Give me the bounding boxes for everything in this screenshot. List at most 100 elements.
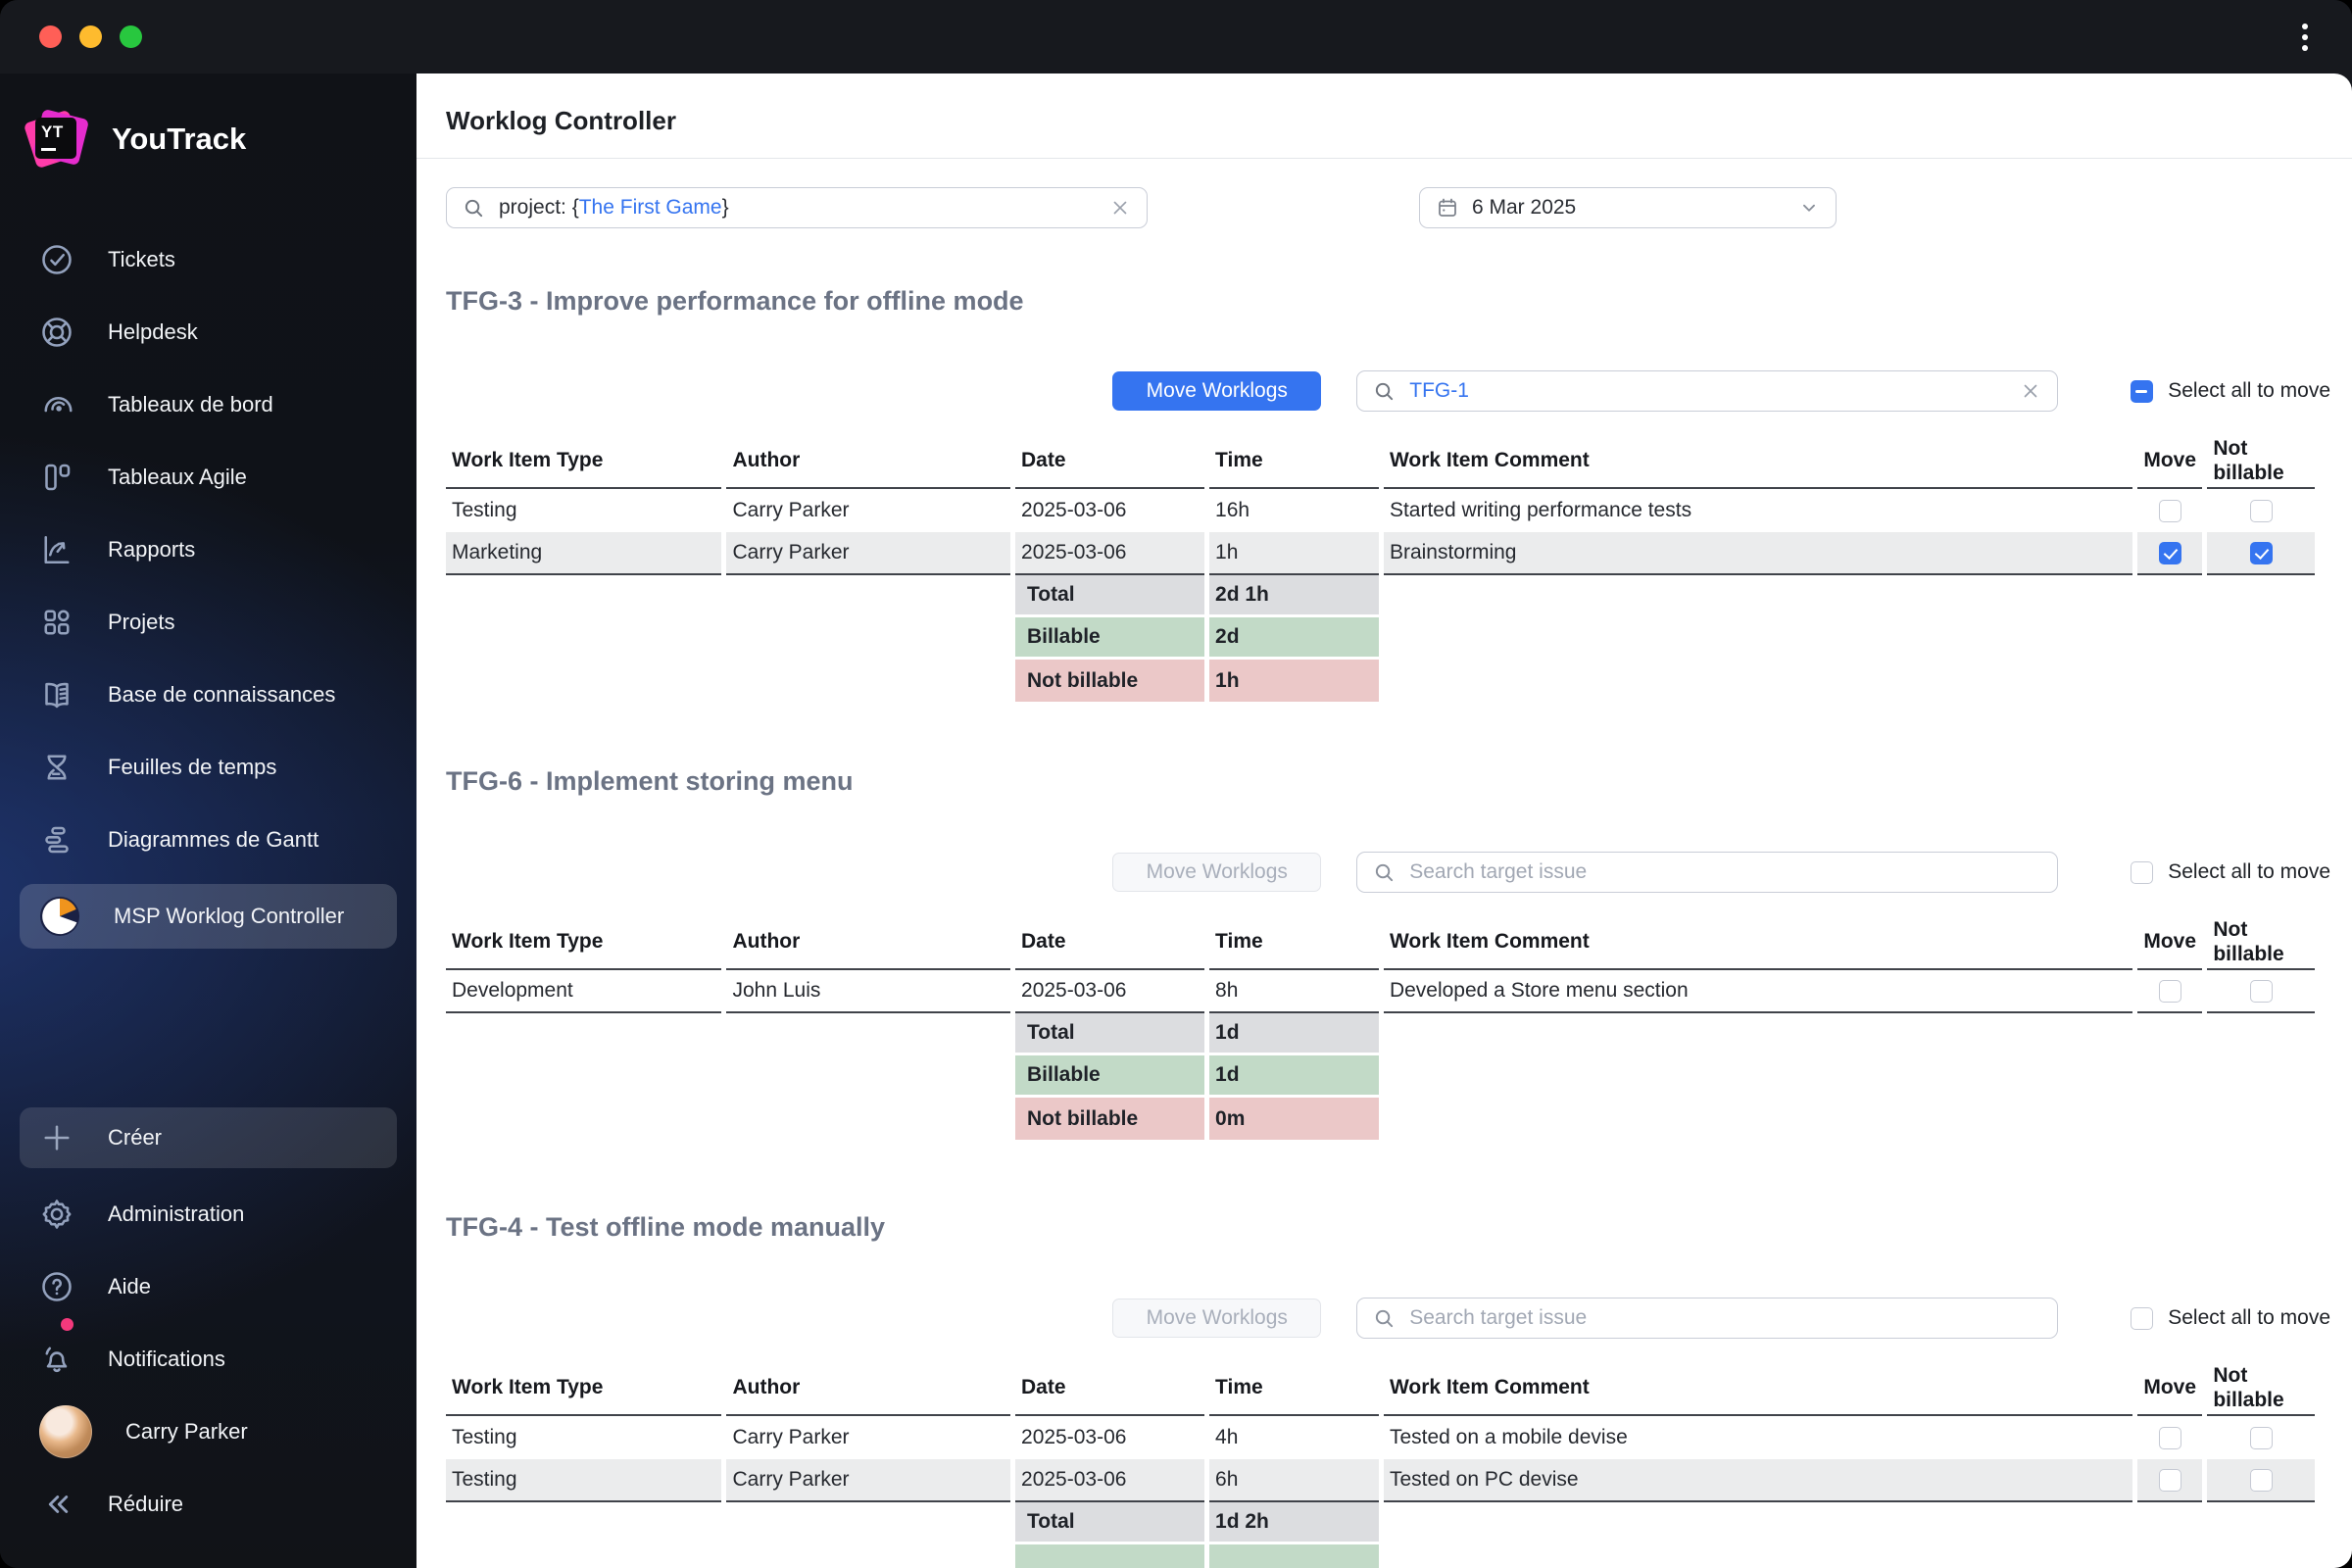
section-title: TFG-4 - Test offline mode manually (446, 1212, 886, 1242)
select-all-to-move[interactable]: Select all to move (2131, 860, 2330, 884)
chart-icon (44, 535, 70, 564)
select-all-label: Select all to move (2168, 860, 2330, 883)
summary-total-row: Total 1d (446, 1013, 2315, 1055)
col-date: Date (1015, 1361, 1205, 1416)
sidebar-item-notifications[interactable]: Notifications (0, 1318, 416, 1396)
col-author: Author (726, 434, 1011, 489)
sidebar-item-label: Réduire (108, 1492, 184, 1516)
project-search-input[interactable]: project: {The First Game} (446, 187, 1148, 228)
sidebar-item-reports[interactable]: Rapports (0, 514, 416, 586)
cell-comment: Tested on a mobile devise (1389, 1426, 1628, 1448)
sidebar-item-timesheets[interactable]: Feuilles de temps (0, 731, 416, 804)
summary-not-billable-row: Not billable 1h (446, 660, 2315, 702)
col-time: Time (1209, 434, 1379, 489)
sidebar-item-tickets[interactable]: Tickets (0, 223, 416, 296)
cell-type: Marketing (446, 532, 722, 575)
cell-type: Testing (452, 1426, 517, 1448)
move-worklogs-button[interactable]: Move Worklogs (1112, 1298, 1322, 1338)
cell-date: 2025-03-06 (1015, 970, 1205, 1013)
target-issue-search-input[interactable]: TFG-1 (1356, 370, 2059, 412)
cell-author: Carry Parker (732, 1426, 850, 1448)
select-all-to-move[interactable]: Select all to move (2131, 1306, 2330, 1330)
issue-section-tfg-4: TFG-4 - Test offline mode manually Move … (446, 1212, 2330, 1568)
target-issue-placeholder: Search target issue (1409, 860, 1588, 883)
search-icon (1376, 863, 1394, 881)
create-button[interactable]: Créer (20, 1107, 397, 1168)
col-work-item-type: Work Item Type (446, 915, 722, 970)
select-all-checkbox[interactable] (2131, 1306, 2154, 1330)
col-not-billable: Not billable (2207, 434, 2315, 489)
col-comment: Work Item Comment (1383, 434, 2132, 489)
sidebar-item-label: Administration (108, 1201, 245, 1226)
move-checkbox[interactable] (2158, 1426, 2181, 1449)
sidebar-item-label: MSP Worklog Controller (114, 904, 345, 928)
total-label: Total (1015, 1502, 1205, 1544)
plus-icon (44, 1125, 70, 1151)
target-issue-search-input[interactable]: Search target issue (1356, 1298, 2059, 1339)
grid-icon (44, 610, 70, 635)
col-date: Date (1015, 434, 1205, 489)
chevron-down-icon (1798, 197, 1820, 219)
not-billable-checkbox[interactable] (2249, 1426, 2273, 1449)
sidebar-item-projects[interactable]: Projets (0, 586, 416, 659)
move-worklogs-button[interactable]: Move Worklogs (1112, 371, 1322, 411)
table-header-row: Work Item Type Author Date Time Work Ite… (446, 915, 2315, 970)
sidebar-item-gantt-charts[interactable]: Diagrammes de Gantt (0, 804, 416, 876)
search-icon (1376, 1309, 1394, 1327)
close-window-button[interactable] (39, 25, 62, 48)
table-header-row: Work Item Type Author Date Time Work Ite… (446, 434, 2315, 489)
billable-value: 2d (1209, 617, 1379, 660)
sidebar-item-administration[interactable]: Administration (0, 1178, 416, 1250)
section-controls: Move Worklogs Search target issue Select… (446, 1298, 2330, 1339)
col-work-item-type: Work Item Type (446, 1361, 722, 1416)
youtrack-logo: YT YouTrack (23, 108, 246, 170)
clear-search-icon[interactable] (2020, 380, 2041, 402)
target-issue-placeholder: Search target issue (1409, 1306, 1588, 1329)
sidebar-item-label: Tableaux Agile (108, 465, 247, 489)
cell-time: 6h (1209, 1459, 1379, 1502)
not-billable-checkbox[interactable] (2249, 1468, 2273, 1492)
sidebar-item-label: Tableaux de bord (108, 392, 273, 416)
user-menu[interactable]: Carry Parker (0, 1396, 416, 1468)
move-checkbox[interactable] (2158, 499, 2181, 522)
traffic-lights (39, 25, 142, 48)
clear-search-icon[interactable] (1109, 197, 1131, 219)
app-window: YT YouTrack Tickets Helpdesk Tableaux de… (0, 0, 2352, 1568)
select-all-checkbox[interactable] (2131, 860, 2154, 884)
collapse-sidebar-button[interactable]: Réduire (0, 1468, 416, 1541)
kebab-menu-icon[interactable] (2289, 22, 2321, 53)
check-circle-icon (42, 245, 72, 274)
help-icon (42, 1272, 72, 1301)
worklog-row: Testing Carry Parker 2025-03-06 16h Star… (446, 489, 2315, 532)
summary-total-row: Total 2d 1h (446, 575, 2315, 617)
move-checkbox[interactable] (2158, 541, 2181, 564)
pie-chart-icon (39, 896, 80, 937)
sidebar-item-dashboards[interactable]: Tableaux de bord (0, 368, 416, 441)
zoom-window-button[interactable] (120, 25, 142, 48)
sidebar-item-label: Base de connaissances (108, 682, 336, 707)
not-billable-checkbox[interactable] (2249, 499, 2273, 522)
worklog-table: Work Item Type Author Date Time Work Ite… (441, 434, 2320, 702)
filter-row: project: {The First Game} 6 Mar 2025 (446, 187, 2330, 228)
select-all-checkbox[interactable] (2131, 379, 2154, 403)
move-checkbox[interactable] (2158, 1468, 2181, 1492)
col-move: Move (2137, 434, 2203, 489)
target-issue-search-input[interactable]: Search target issue (1356, 852, 2059, 893)
move-checkbox[interactable] (2158, 979, 2181, 1003)
book-icon (45, 682, 69, 709)
select-all-to-move[interactable]: Select all to move (2131, 379, 2330, 403)
cell-author: Carry Parker (726, 1459, 1011, 1502)
sidebar-item-agile-boards[interactable]: Tableaux Agile (0, 441, 416, 514)
date-picker[interactable]: 6 Mar 2025 (1419, 187, 1837, 228)
move-worklogs-button[interactable]: Move Worklogs (1112, 853, 1322, 892)
not-billable-checkbox[interactable] (2249, 541, 2273, 564)
minimize-window-button[interactable] (79, 25, 102, 48)
sidebar-item-knowledge-base[interactable]: Base de connaissances (0, 659, 416, 731)
sidebar-item-helpdesk[interactable]: Helpdesk (0, 296, 416, 368)
sidebar-item-help[interactable]: Aide (0, 1250, 416, 1323)
not-billable-value: 1h (1209, 660, 1379, 702)
not-billable-checkbox[interactable] (2249, 979, 2273, 1003)
not-billable-label: Not billable (1015, 660, 1205, 702)
summary-billable-row: Billable 1d (446, 1055, 2315, 1098)
sidebar-item-msp-worklog-controller[interactable]: MSP Worklog Controller (20, 884, 397, 949)
